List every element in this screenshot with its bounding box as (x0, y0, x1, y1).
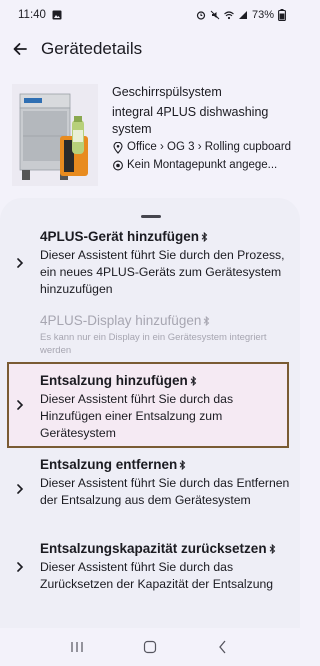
chevron-left-icon (219, 640, 226, 654)
drag-handle[interactable] (141, 215, 161, 218)
device-header: Geschirrspülsystem integral 4PLUS dishwa… (0, 78, 300, 193)
battery-percent: 73% (251, 9, 274, 21)
item-title: 4PLUS-Gerät hinzufügen (40, 228, 290, 245)
chevron-right-icon (13, 256, 27, 270)
item-title: Entsalzung hinzufügen (40, 372, 290, 389)
item-description: Es kann nur ein Display in ein Gerätesys… (40, 332, 267, 356)
bluetooth-icon (190, 375, 197, 386)
item-title: Entsalzungskapazität zurücksetzen (40, 540, 290, 557)
item-description: Dieser Assistent führt Sie durch den Pro… (40, 248, 285, 296)
device-location: Office › OG 3 › Rolling cupboard (127, 141, 292, 153)
chevron-right-icon (13, 482, 27, 496)
status-bar: 11:40 73% (0, 0, 300, 30)
back-button[interactable] (0, 30, 40, 68)
device-image (12, 84, 98, 186)
nav-back-button[interactable] (208, 632, 238, 662)
gallery-icon (52, 10, 62, 20)
home-button[interactable] (135, 632, 165, 662)
arrow-left-icon (13, 43, 27, 55)
recent-apps-button[interactable] (62, 632, 92, 662)
wifi-icon (224, 11, 234, 20)
device-info: Geschirrspülsystem integral 4PLUS dishwa… (112, 84, 300, 174)
device-model: integral 4PLUS dishwashing system (112, 105, 269, 136)
home-icon (143, 640, 157, 654)
item-description: Dieser Assistent führt Sie durch das Hin… (40, 392, 234, 440)
chevron-right-icon (13, 398, 27, 412)
status-time: 11:40 (18, 9, 46, 21)
device-location-row: Office › OG 3 › Rolling cupboard (112, 139, 300, 156)
recent-apps-icon (71, 642, 83, 652)
bluetooth-icon (269, 543, 276, 554)
target-icon (113, 160, 123, 171)
chevron-right-icon (13, 560, 27, 574)
bluetooth-icon (203, 315, 210, 326)
battery-icon (278, 9, 286, 21)
bluetooth-icon (179, 459, 186, 470)
device-mount: Kein Montagepunkt angege... (127, 159, 278, 171)
item-description: Dieser Assistent führt Sie durch das Zur… (40, 560, 274, 591)
item-title: Entsalzung entfernen (40, 456, 290, 473)
signal-icon (238, 11, 247, 19)
page-title: Gerätedetails (41, 39, 143, 58)
system-nav-bar (0, 628, 300, 666)
map-pin-icon (113, 142, 123, 154)
mute-icon (210, 10, 220, 20)
alarm-icon (196, 11, 206, 20)
device-mount-row: Kein Montagepunkt angege... (112, 157, 300, 174)
item-description: Dieser Assistent führt Sie durch das Ent… (40, 476, 290, 507)
app-bar: Gerätedetails (0, 30, 300, 68)
bluetooth-icon (201, 231, 208, 242)
device-name: Geschirrspülsystem (112, 85, 222, 99)
item-title: 4PLUS-Display hinzufügen (40, 312, 290, 329)
actions-sheet: 4PLUS-Gerät hinzufügen Dieser Assistent … (0, 198, 300, 628)
